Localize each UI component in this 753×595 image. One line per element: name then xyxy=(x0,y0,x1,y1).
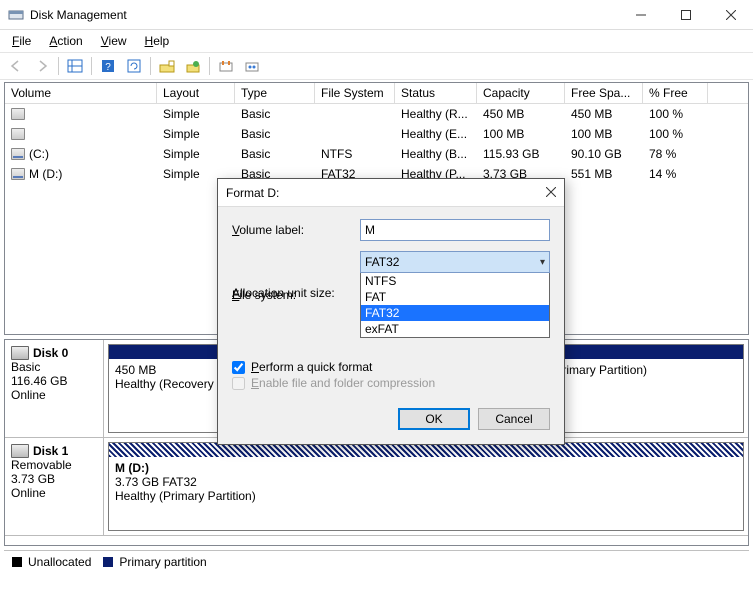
window-title: Disk Management xyxy=(30,8,618,22)
svg-text:?: ? xyxy=(105,62,111,73)
col-type[interactable]: Type xyxy=(235,83,315,104)
menu-file[interactable]: File xyxy=(4,32,39,50)
menu-view[interactable]: View xyxy=(93,32,135,50)
minimize-button[interactable] xyxy=(618,0,663,30)
legend-swatch-primary xyxy=(103,557,113,567)
app-icon xyxy=(8,7,24,23)
disk-icon xyxy=(11,346,29,360)
table-row[interactable]: (C:)SimpleBasicNTFSHealthy (B...115.93 G… xyxy=(5,144,748,164)
partition-body: 450 MBHealthy (Recovery P xyxy=(109,359,391,432)
col-free[interactable]: Free Spa... xyxy=(565,83,643,104)
table-row[interactable]: SimpleBasicHealthy (E...100 MB100 MB100 … xyxy=(5,124,748,144)
show-hide-panels-button[interactable] xyxy=(63,55,87,77)
forward-button xyxy=(30,55,54,77)
col-spacer xyxy=(708,83,748,104)
disk-partitions: M (D:)3.73 GB FAT32Healthy (Primary Part… xyxy=(104,438,748,535)
toolbar-separator xyxy=(58,57,59,75)
settings1-button[interactable] xyxy=(214,55,238,77)
titlebar: Disk Management xyxy=(0,0,753,30)
toolbar: ? xyxy=(0,52,753,80)
legend-swatch-unallocated xyxy=(12,557,22,567)
drive-icon xyxy=(11,148,25,160)
disk-row: Disk 0Basic116.46 GBOnline450 MBHealthy … xyxy=(5,340,748,438)
refresh-button[interactable] xyxy=(122,55,146,77)
legend: Unallocated Primary partition xyxy=(4,550,749,572)
menu-help[interactable]: Help xyxy=(137,32,178,50)
drive-icon xyxy=(11,108,25,120)
disk-row: Disk 1Removable3.73 GBOnlineM (D:)3.73 G… xyxy=(5,438,748,536)
col-capacity[interactable]: Capacity xyxy=(477,83,565,104)
partition[interactable]: e, Crash Dump, Primary Partition) xyxy=(460,344,744,433)
disk-partitions: 450 MBHealthy (Recovery P e, Crash Dump, … xyxy=(104,340,748,437)
col-volume[interactable]: Volume xyxy=(5,83,157,104)
col-pctfree[interactable]: % Free xyxy=(643,83,708,104)
disk-info: Disk 1Removable3.73 GBOnline xyxy=(5,438,104,535)
menubar: File Action View Help xyxy=(0,30,753,52)
col-filesystem[interactable]: File System xyxy=(315,83,395,104)
settings2-button[interactable] xyxy=(240,55,264,77)
partition-body: e, Crash Dump, Primary Partition) xyxy=(461,359,743,432)
disk-icon xyxy=(11,444,29,458)
volume-name: M (D:) xyxy=(29,167,62,181)
drive-icon xyxy=(11,168,25,180)
menu-action[interactable]: Action xyxy=(41,32,90,50)
back-button xyxy=(4,55,28,77)
drive-icon xyxy=(11,128,25,140)
table-row[interactable]: M (D:)SimpleBasicFAT32Healthy (P...3.73 … xyxy=(5,164,748,184)
partition-header xyxy=(109,443,743,457)
toolbar-separator xyxy=(150,57,151,75)
maximize-button[interactable] xyxy=(663,0,708,30)
col-status[interactable]: Status xyxy=(395,83,477,104)
close-button[interactable] xyxy=(708,0,753,30)
legend-primary: Primary partition xyxy=(119,555,206,569)
partition[interactable]: 450 MBHealthy (Recovery P xyxy=(108,344,392,433)
action1-button[interactable] xyxy=(155,55,179,77)
volume-list-header: Volume Layout Type File System Status Ca… xyxy=(5,83,748,104)
table-row[interactable]: SimpleBasicHealthy (R...450 MB450 MB100 … xyxy=(5,104,748,124)
legend-unallocated: Unallocated xyxy=(28,555,91,569)
partition-body: M (D:)3.73 GB FAT32Healthy (Primary Part… xyxy=(109,457,743,530)
disk-map: Disk 0Basic116.46 GBOnline450 MBHealthy … xyxy=(4,339,749,546)
action2-button[interactable] xyxy=(181,55,205,77)
volume-name: (C:) xyxy=(29,147,49,161)
volume-list[interactable]: Volume Layout Type File System Status Ca… xyxy=(4,82,749,335)
partition[interactable]: M (D:)3.73 GB FAT32Healthy (Primary Part… xyxy=(108,442,744,531)
disk-info: Disk 0Basic116.46 GBOnline xyxy=(5,340,104,437)
toolbar-separator xyxy=(91,57,92,75)
partition-header xyxy=(461,345,743,359)
col-layout[interactable]: Layout xyxy=(157,83,235,104)
help-button[interactable]: ? xyxy=(96,55,120,77)
toolbar-separator xyxy=(209,57,210,75)
partition-header xyxy=(109,345,391,359)
